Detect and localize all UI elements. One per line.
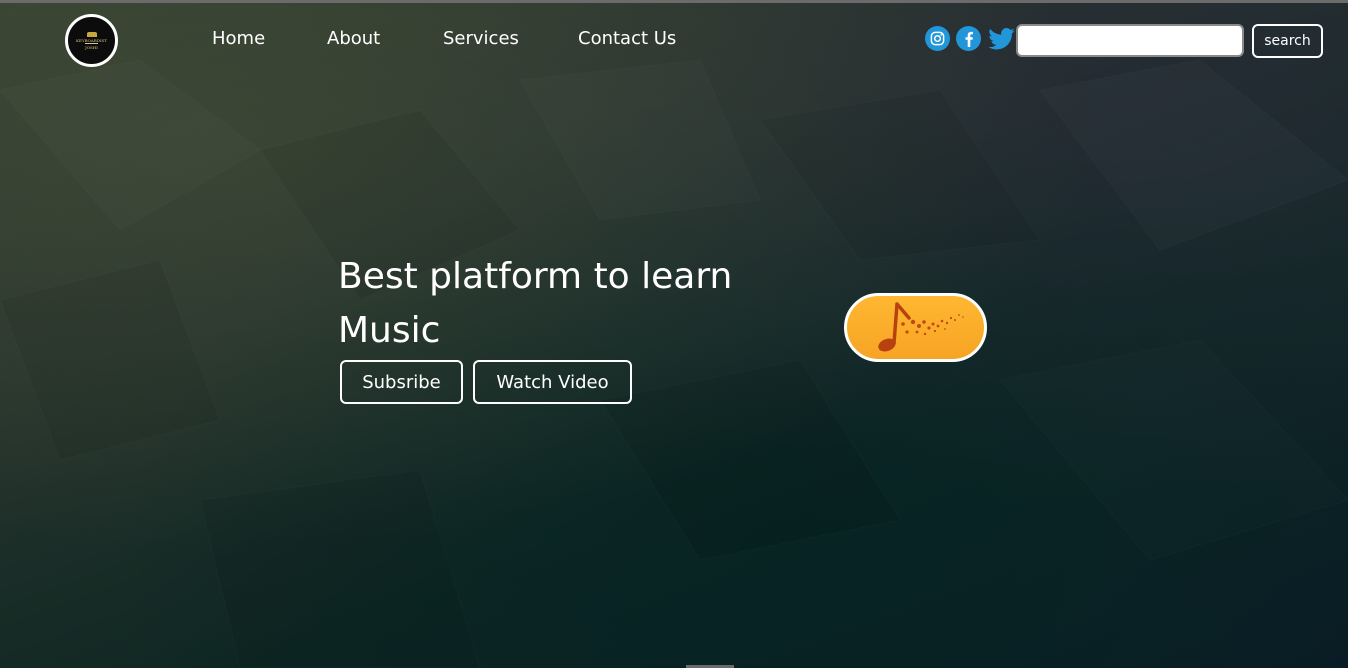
facebook-icon[interactable]	[956, 26, 981, 51]
instagram-icon[interactable]	[925, 26, 950, 51]
crown-icon	[86, 31, 97, 37]
search-input[interactable]	[1016, 24, 1244, 57]
nav-services-link[interactable]: Services	[443, 28, 519, 49]
logo-subtext: JOSHI	[85, 42, 98, 50]
nav-contact-link[interactable]: Contact Us	[578, 28, 676, 49]
music-note-icon	[878, 302, 964, 352]
nav-home-link[interactable]: Home	[212, 28, 265, 49]
music-badge	[844, 293, 987, 362]
subscribe-button[interactable]: Subsribe	[340, 360, 463, 404]
social-links	[925, 26, 1015, 51]
site-header: KEYBOARDIST JOSHI Home About Services Co…	[0, 0, 1348, 82]
site-logo[interactable]: KEYBOARDIST JOSHI	[65, 14, 118, 67]
hero-title: Best platform to learn Music	[338, 256, 733, 351]
watch-video-button[interactable]: Watch Video	[473, 360, 632, 404]
nav-about-link[interactable]: About	[327, 28, 380, 49]
twitter-icon[interactable]	[987, 26, 1015, 51]
search-button[interactable]: search	[1252, 24, 1323, 58]
